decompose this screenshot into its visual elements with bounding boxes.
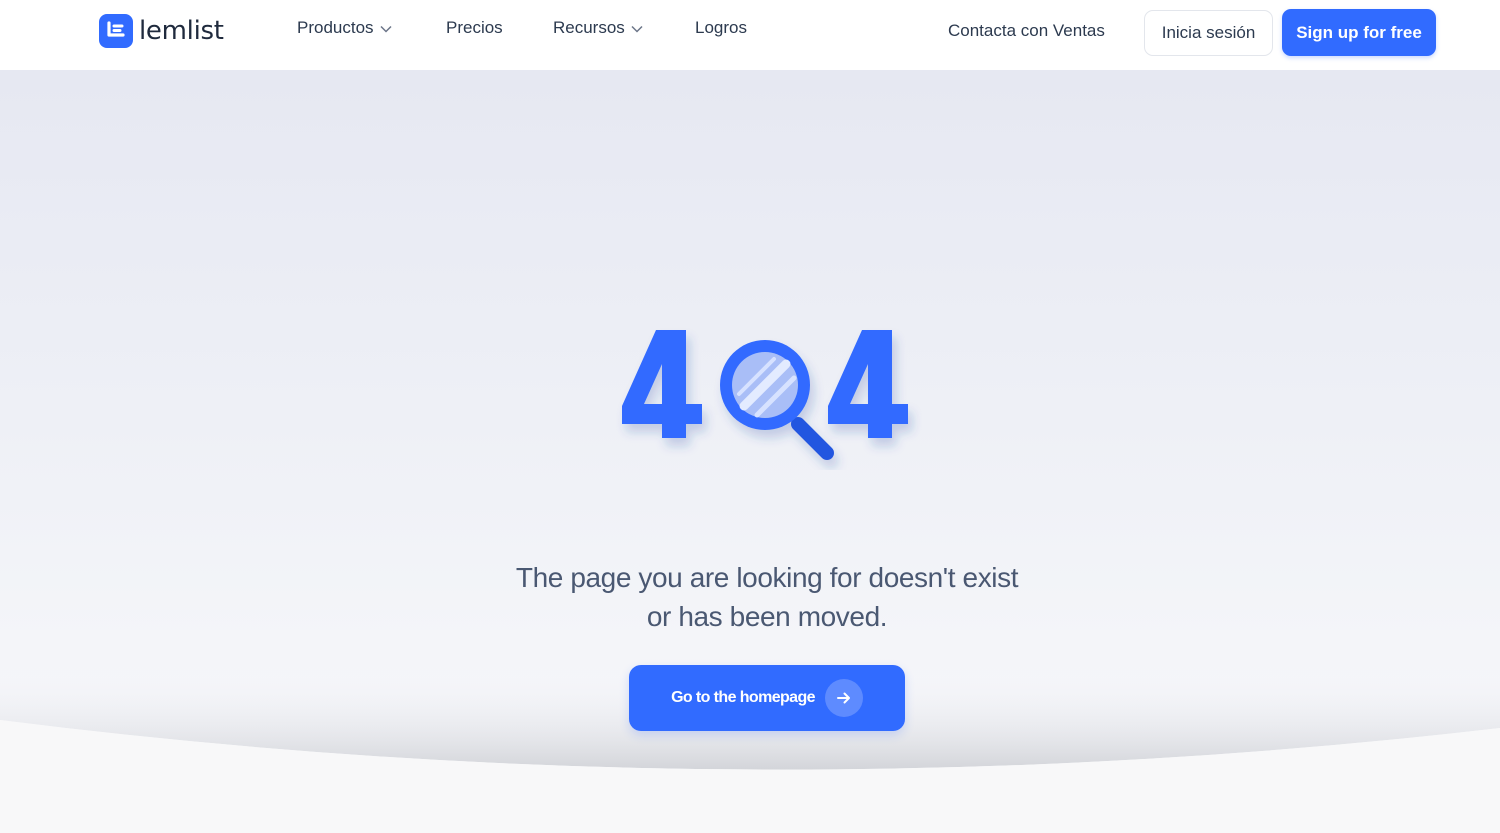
contact-sales-link[interactable]: Contacta con Ventas	[948, 21, 1105, 41]
nav-item-label: Logros	[695, 18, 747, 37]
arrow-right-icon	[824, 679, 863, 717]
logo-mark-icon	[99, 14, 133, 48]
login-button[interactable]: Inicia sesión	[1144, 10, 1273, 56]
signup-button[interactable]: Sign up for free	[1282, 9, 1436, 56]
digit-four-left	[622, 330, 702, 438]
chevron-down-icon	[380, 25, 392, 33]
nav-item-label: Recursos	[553, 18, 625, 37]
digit-four-right	[828, 330, 908, 438]
error-message: The page you are looking for doesn't exi…	[450, 558, 1084, 636]
chevron-down-icon	[631, 25, 643, 33]
nav-item-recursos[interactable]: Recursos	[553, 18, 643, 38]
nav-item-productos[interactable]: Productos	[297, 18, 392, 38]
error-message-line-2: or has been moved.	[646, 601, 888, 632]
magnifier-zero-icon	[720, 340, 834, 460]
nav-item-label: Precios	[446, 18, 503, 37]
nav-item-label: Productos	[297, 18, 374, 37]
error-message-line-1: The page you are looking for doesn't exi…	[515, 562, 1019, 593]
site-header: lemlist Productos Precios Recursos Logro…	[0, 0, 1500, 70]
error-404-illustration	[622, 330, 908, 460]
error-hero: The page you are looking for doesn't exi…	[0, 70, 1500, 833]
nav-item-logros[interactable]: Logros	[695, 18, 747, 38]
logo-text: lemlist	[139, 16, 224, 46]
page: lemlist Productos Precios Recursos Logro…	[0, 0, 1500, 833]
go-home-label: Go to the homepage	[671, 689, 815, 706]
lemlist-logo[interactable]: lemlist	[99, 14, 224, 48]
nav-item-precios[interactable]: Precios	[446, 18, 503, 38]
go-home-button[interactable]: Go to the homepage	[629, 665, 905, 731]
